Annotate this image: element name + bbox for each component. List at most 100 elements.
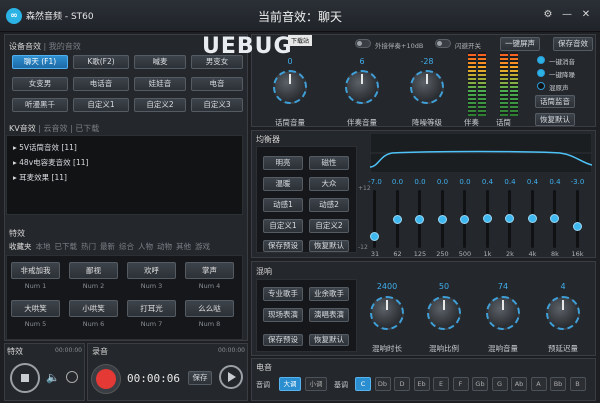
effect-button-custom1[interactable]: 自定义1 [73, 98, 129, 112]
eq-band-slider[interactable] [415, 215, 424, 224]
stop-button[interactable] [10, 363, 40, 393]
play-button[interactable] [219, 365, 243, 389]
effect-button-custom3[interactable]: 自定义3 [191, 98, 243, 112]
eq-band-slider[interactable] [527, 214, 537, 224]
eq-save-preset-button[interactable]: 保存预设 [263, 240, 303, 252]
eq-reset-button[interactable]: 恢复默认 [309, 240, 349, 252]
eq-band-slider[interactable] [460, 215, 469, 224]
key-button[interactable]: A [530, 377, 547, 391]
mic-volume-knob[interactable] [273, 70, 307, 104]
dodge-toggle[interactable] [435, 39, 451, 48]
gear-icon[interactable]: ⚙ [542, 9, 554, 20]
special-button[interactable]: 小哄笑 [69, 300, 118, 317]
key-button[interactable]: B [569, 377, 586, 391]
special-button[interactable]: 欢呼 [127, 262, 176, 279]
record-save-button[interactable]: 保存 [188, 371, 212, 385]
eq-band-slider[interactable] [505, 214, 514, 224]
key-button[interactable]: Bb [550, 377, 566, 391]
eq-preset-button[interactable]: 温暖 [263, 177, 303, 191]
speaker-icon[interactable]: 🔈 [46, 371, 60, 384]
tree-item[interactable]: ▸ 5V话筒音效 [11] [7, 140, 242, 155]
effect-button-female-to-male[interactable]: 女变男 [12, 77, 68, 91]
tab-local[interactable]: 本地 [36, 242, 51, 251]
key-button[interactable]: Gb [472, 377, 488, 391]
mic-monitor-button[interactable]: 话筒监音 [535, 95, 575, 108]
special-button[interactable]: 掌声 [185, 262, 234, 279]
mute-all-button[interactable]: 一键屏声 [500, 37, 540, 51]
special-button[interactable]: 鄙视 [69, 262, 118, 279]
close-icon[interactable]: ✕ [580, 9, 592, 20]
eq-preset-button[interactable]: 大众 [309, 177, 349, 191]
pre-delay-knob[interactable] [546, 296, 580, 330]
reverb-ratio-knob[interactable] [427, 296, 461, 330]
eq-band-slider[interactable] [370, 231, 379, 241]
minor-key-button[interactable]: 小调 [305, 377, 327, 391]
accompaniment-boost-toggle[interactable] [355, 39, 371, 48]
reverb-preset-button[interactable]: 专业歌手 [263, 287, 303, 301]
option-radio[interactable] [537, 82, 545, 90]
effect-button-karaoke[interactable]: K歌(F2) [73, 55, 129, 69]
key-button[interactable]: E [433, 377, 449, 391]
effect-button-misc[interactable]: 听漫黑千 [12, 98, 68, 112]
cloud-effects-tab[interactable]: 云音效 [44, 124, 68, 133]
effect-button-chat[interactable]: 聊天 (F1) [12, 55, 68, 69]
reverb-preset-button[interactable]: 现场表演 [263, 308, 303, 322]
eq-band-slider[interactable] [437, 215, 447, 224]
key-button[interactable]: G [491, 377, 508, 391]
tree-item[interactable]: ▸ 耳麦效果 [11] [7, 170, 242, 185]
tab-other[interactable]: 其他 [176, 242, 191, 251]
special-button[interactable]: 打耳光 [127, 300, 176, 317]
option-radio[interactable] [537, 69, 545, 77]
effect-button-shout[interactable]: 喊麦 [134, 55, 186, 69]
noise-reduction-knob[interactable] [410, 70, 444, 104]
option-radio[interactable] [537, 56, 545, 64]
effect-button-custom2[interactable]: 自定义2 [134, 98, 186, 112]
eq-preset-button[interactable]: 明亮 [263, 156, 303, 170]
special-button[interactable]: 大哄笑 [11, 300, 60, 317]
key-button[interactable]: C [355, 377, 371, 391]
effect-button-electro[interactable]: 电音 [191, 77, 243, 91]
effect-button-phone[interactable]: 电话音 [73, 77, 129, 91]
accompaniment-volume-knob[interactable] [345, 70, 379, 104]
effect-button-baby[interactable]: 娃娃音 [134, 77, 186, 91]
record-button[interactable] [91, 364, 121, 394]
special-button[interactable]: 么么哒 [185, 300, 234, 317]
eq-band-slider[interactable] [392, 215, 402, 224]
save-effect-button[interactable]: 保存音效 [553, 37, 593, 51]
tab-people[interactable]: 人物 [138, 242, 153, 251]
tab-downloaded[interactable]: 已下载 [55, 242, 78, 251]
my-effects-tab[interactable]: 我的音效 [49, 42, 81, 51]
reverb-reset-button[interactable]: 恢复默认 [309, 334, 349, 346]
eq-preset-button[interactable]: 自定义2 [309, 219, 349, 233]
eq-band-slider[interactable] [550, 214, 559, 224]
reverb-volume-knob[interactable] [486, 296, 520, 330]
tab-general[interactable]: 综合 [119, 242, 134, 251]
reverb-preset-button[interactable]: 演唱表演 [309, 308, 349, 322]
reverb-save-preset-button[interactable]: 保存预设 [263, 334, 303, 346]
key-button[interactable]: D [394, 377, 410, 391]
major-key-button[interactable]: 大调 [279, 377, 301, 391]
tab-animals[interactable]: 动物 [157, 242, 172, 251]
special-button[interactable]: 非戒加我 [11, 262, 60, 279]
tab-newest[interactable]: 最新 [100, 242, 115, 251]
tab-favorites[interactable]: 收藏夹 [9, 242, 32, 251]
tab-games[interactable]: 游戏 [195, 242, 210, 251]
key-button[interactable]: F [452, 377, 469, 391]
reverb-preset-button[interactable]: 业余歌手 [309, 287, 349, 301]
key-button[interactable]: Db [374, 377, 391, 391]
key-button[interactable]: Eb [413, 377, 430, 391]
downloaded-tab[interactable]: 已下载 [75, 124, 99, 133]
loop-icon[interactable] [66, 371, 78, 383]
tree-item[interactable]: ▸ 48v电容麦音效 [11] [7, 155, 242, 170]
key-button[interactable]: Ab [511, 377, 527, 391]
eq-band-slider[interactable] [572, 222, 582, 232]
eq-preset-button[interactable]: 磁性 [309, 156, 349, 170]
eq-preset-button[interactable]: 动感1 [263, 198, 303, 212]
minimize-icon[interactable]: — [561, 9, 573, 20]
eq-preset-button[interactable]: 自定义1 [263, 219, 303, 233]
eq-band-slider[interactable] [482, 214, 492, 224]
tab-hot[interactable]: 热门 [81, 242, 96, 251]
eq-preset-button[interactable]: 动感2 [309, 198, 349, 212]
reverb-time-knob[interactable] [370, 296, 404, 330]
reset-default-button[interactable]: 恢复默认 [535, 113, 575, 126]
